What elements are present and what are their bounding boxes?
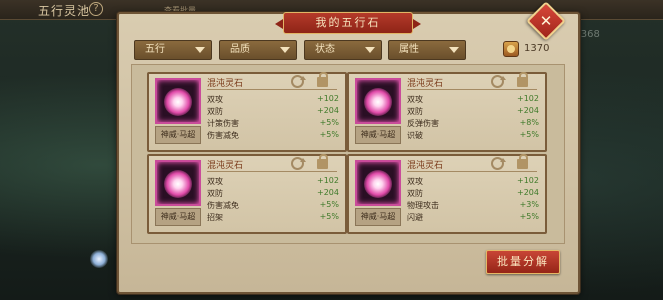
attribute-value: +5% xyxy=(519,212,539,221)
currency-value: 1370 xyxy=(524,43,550,54)
refresh-icon[interactable] xyxy=(491,75,506,88)
attribute-value: +204 xyxy=(317,188,339,197)
attribute-label: 反弹伤害 xyxy=(407,119,439,128)
dialog-title: 我的五行石 xyxy=(275,12,421,34)
attribute-label: 双攻 xyxy=(207,95,223,104)
chevron-down-icon xyxy=(195,47,205,53)
attribute-label: 伤害减免 xyxy=(207,201,239,210)
chevron-down-icon xyxy=(280,47,290,53)
attribute-label: 伤害减免 xyxy=(207,131,239,140)
attribute-label: 计策伤害 xyxy=(207,119,239,128)
stone-name: 混沌灵石 xyxy=(207,79,244,89)
attribute-value: +5% xyxy=(319,212,339,221)
attribute-value: +5% xyxy=(319,200,339,209)
lock-icon[interactable] xyxy=(517,72,528,87)
stone-name: 混沌灵石 xyxy=(207,161,244,171)
attribute-value: +204 xyxy=(517,188,539,197)
lock-icon[interactable] xyxy=(517,154,528,169)
stone-card[interactable]: 神威·马超 混沌灵石 双攻 +102 双防 +204 物理攻击 +3% 闪避 +… xyxy=(347,154,547,234)
chevron-down-icon xyxy=(365,47,375,53)
screen-title: 五行灵池 xyxy=(38,4,91,18)
attribute-value: +5% xyxy=(519,130,539,139)
divider xyxy=(207,89,337,90)
lock-icon[interactable] xyxy=(317,154,328,169)
attribute-label: 双防 xyxy=(207,189,223,198)
stone-card[interactable]: 神威·马超 混沌灵石 双攻 +102 双防 +204 伤害减免 +5% 招架 +… xyxy=(147,154,347,234)
divider xyxy=(407,171,537,172)
attribute-label: 双攻 xyxy=(207,177,223,186)
attribute-label: 双防 xyxy=(407,189,423,198)
help-icon[interactable]: ? xyxy=(89,2,103,16)
attribute-label: 识破 xyxy=(407,131,423,140)
attribute-value: +102 xyxy=(317,94,339,103)
chaos-stone-icon xyxy=(155,160,201,206)
lock-icon[interactable] xyxy=(317,72,328,87)
equipped-hero-label: 神威·马超 xyxy=(355,208,401,226)
attribute-value: +102 xyxy=(517,94,539,103)
glow-orb-icon xyxy=(90,250,108,268)
attribute-value: +102 xyxy=(517,176,539,185)
attribute-value: +204 xyxy=(317,106,339,115)
equipped-hero-label: 神威·马超 xyxy=(155,126,201,144)
equipped-hero-label: 神威·马超 xyxy=(155,208,201,226)
attribute-value: +102 xyxy=(317,176,339,185)
filter-attribute[interactable]: 属性 xyxy=(388,40,466,60)
attribute-label: 物理攻击 xyxy=(407,201,439,210)
equipped-hero-label: 神威·马超 xyxy=(355,126,401,144)
attribute-value: +204 xyxy=(517,106,539,115)
stone-card[interactable]: 神威·马超 混沌灵石 双攻 +102 双防 +204 反弹伤害 +8% 识破 +… xyxy=(347,72,547,152)
refresh-icon[interactable] xyxy=(291,157,306,170)
chaos-stone-icon xyxy=(355,78,401,124)
chaos-stone-icon xyxy=(155,78,201,124)
attribute-value: +3% xyxy=(519,200,539,209)
refresh-icon[interactable] xyxy=(491,157,506,170)
stone-name: 混沌灵石 xyxy=(407,161,444,171)
attribute-label: 双攻 xyxy=(407,177,423,186)
attribute-value: +8% xyxy=(519,118,539,127)
divider xyxy=(207,171,337,172)
filter-element[interactable]: 五行 xyxy=(134,40,212,60)
stone-name: 混沌灵石 xyxy=(407,79,444,89)
attribute-label: 双防 xyxy=(407,107,423,116)
chevron-down-icon xyxy=(449,47,459,53)
stone-card[interactable]: 神威·马超 混沌灵石 双攻 +102 双防 +204 计策伤害 +5% 伤害减免… xyxy=(147,72,347,152)
filter-status[interactable]: 状态 xyxy=(304,40,382,60)
filter-attribute-label: 属性 xyxy=(399,44,419,55)
chaos-stone-icon xyxy=(355,160,401,206)
attribute-value: +5% xyxy=(319,118,339,127)
close-icon[interactable]: ✕ xyxy=(532,7,560,35)
attribute-label: 双攻 xyxy=(407,95,423,104)
attribute-label: 闪避 xyxy=(407,213,423,222)
refresh-icon[interactable] xyxy=(291,75,306,88)
batch-decompose-button[interactable]: 批量分解 xyxy=(486,250,560,274)
treasure-icon xyxy=(503,41,519,57)
attribute-label: 双防 xyxy=(207,107,223,116)
divider xyxy=(407,89,537,90)
filter-status-label: 状态 xyxy=(315,44,335,55)
filter-quality[interactable]: 品质 xyxy=(219,40,297,60)
attribute-value: +5% xyxy=(319,130,339,139)
filter-element-label: 五行 xyxy=(145,44,165,55)
attribute-label: 招架 xyxy=(207,213,223,222)
filter-quality-label: 品质 xyxy=(230,44,250,55)
